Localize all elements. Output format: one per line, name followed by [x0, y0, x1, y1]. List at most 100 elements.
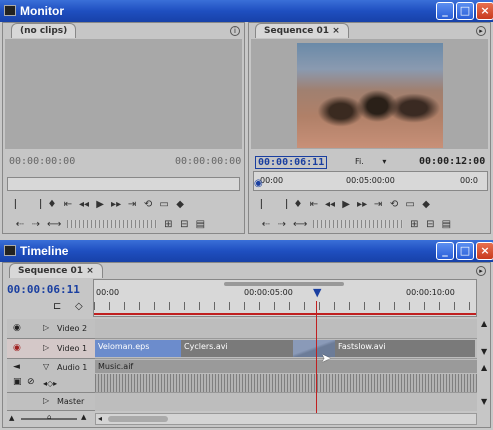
- clip-veloman[interactable]: Veloman.eps: [95, 340, 181, 357]
- lift-icon[interactable]: ⊞: [409, 219, 419, 230]
- output-icon[interactable]: ◆: [175, 199, 185, 210]
- display-style-icon[interactable]: ▣: [13, 377, 22, 387]
- set-out-icon[interactable]: ⎹: [277, 199, 287, 210]
- set-out-icon[interactable]: ⎹: [31, 199, 41, 210]
- zoom-in-icon[interactable]: ▲: [81, 413, 86, 421]
- maximize-icon[interactable]: □: [456, 2, 474, 20]
- source-in-timecode[interactable]: 00:00:00:00: [9, 156, 75, 167]
- source-monitor-panel: (no clips) i 00:00:00:00 00:00:00:00 ⎸ ⎹…: [2, 22, 245, 234]
- source-screen: [5, 39, 242, 149]
- loop-icon[interactable]: ⟲: [143, 199, 153, 210]
- insert-icon[interactable]: ⊞: [163, 219, 173, 230]
- zoom-out-icon[interactable]: ▲: [9, 414, 14, 422]
- program-tab-label: Sequence 01: [264, 26, 330, 36]
- sequence-tab-label: Sequence 01: [18, 266, 84, 276]
- shuttle-left-icon[interactable]: ⇠: [261, 219, 271, 230]
- play-icon[interactable]: ▶: [95, 199, 105, 210]
- play-in-out-icon[interactable]: ⟷: [293, 219, 307, 230]
- shuttle-left-icon[interactable]: ⇠: [15, 219, 25, 230]
- marker-icon[interactable]: ♦: [47, 199, 57, 210]
- sequence-tab-close-icon[interactable]: ×: [86, 266, 94, 276]
- marker-icon[interactable]: ♦: [293, 199, 303, 210]
- scroll-down-icon[interactable]: ▼: [481, 397, 487, 406]
- source-time-ruler[interactable]: [7, 177, 240, 191]
- step-forward-icon[interactable]: ▸▸: [111, 199, 121, 210]
- minimize-icon[interactable]: _: [436, 2, 454, 20]
- maximize-icon[interactable]: □: [456, 242, 474, 260]
- play-in-out-icon[interactable]: ⟷: [47, 219, 61, 230]
- output-icon[interactable]: ◆: [421, 199, 431, 210]
- marker-icon[interactable]: ◇: [75, 301, 83, 312]
- go-to-out-icon[interactable]: ⇥: [373, 199, 383, 210]
- program-tab-close-icon[interactable]: ×: [332, 26, 340, 36]
- expand-track-icon[interactable]: ▷: [43, 343, 49, 352]
- tab-program[interactable]: Sequence 01 ×: [255, 23, 349, 38]
- loop-icon[interactable]: ⟲: [389, 199, 399, 210]
- jog-wheel[interactable]: [313, 220, 404, 228]
- set-in-icon[interactable]: ⎸: [261, 199, 271, 210]
- scroll-down-icon[interactable]: ▼: [481, 347, 487, 356]
- eye-icon[interactable]: ◉: [13, 343, 21, 353]
- overlay-icon[interactable]: ⊟: [179, 219, 189, 230]
- source-transport-controls: ⎸ ⎹ ♦ ⇤ ◂◂ ▶ ▸▸ ⇥ ⟲ ▭ ◆: [15, 197, 185, 211]
- program-time-ruler[interactable]: 00:00 00:05:00:00 00:0 ◉: [253, 171, 488, 191]
- clip-cyclers[interactable]: Cyclers.avi: [181, 340, 293, 357]
- timeline-panel-menu-icon[interactable]: ▸: [476, 266, 486, 276]
- speaker-icon[interactable]: ◄: [13, 362, 20, 372]
- step-back-icon[interactable]: ◂◂: [79, 199, 89, 210]
- clip-fastslow[interactable]: Fastslow.avi: [335, 340, 475, 357]
- step-back-icon[interactable]: ◂◂: [325, 199, 335, 210]
- scroll-thumb[interactable]: [108, 416, 168, 422]
- shuttle-right-icon[interactable]: ⇢: [31, 219, 41, 230]
- minimize-icon[interactable]: _: [436, 242, 454, 260]
- tab-sequence[interactable]: Sequence 01 ×: [9, 263, 103, 278]
- monitor-app-icon: [4, 5, 16, 16]
- go-to-out-icon[interactable]: ⇥: [127, 199, 137, 210]
- fit-dropdown[interactable]: Fi. ▾: [355, 157, 386, 166]
- go-to-in-icon[interactable]: ⇤: [309, 199, 319, 210]
- scroll-up-icon[interactable]: ▲: [481, 319, 487, 328]
- work-area-bar[interactable]: [224, 282, 344, 286]
- track-area-master[interactable]: [95, 393, 477, 411]
- expand-track-icon[interactable]: ▷: [43, 323, 49, 332]
- set-in-icon[interactable]: ⎸: [15, 199, 25, 210]
- program-ruler-start: 00:00: [260, 176, 284, 185]
- extract-icon[interactable]: ⊟: [425, 219, 435, 230]
- zoom-thumb-icon[interactable]: ⌂: [47, 413, 51, 421]
- timeline-ruler-end: 00:00:10:00: [406, 288, 455, 297]
- tab-source[interactable]: (no clips): [11, 23, 77, 38]
- collapse-track-icon[interactable]: ▽: [43, 362, 49, 371]
- safe-margins-icon[interactable]: ▭: [405, 199, 415, 210]
- trim-icon[interactable]: ▤: [441, 219, 451, 230]
- jog-wheel[interactable]: [67, 220, 158, 228]
- close-icon[interactable]: ×: [476, 2, 493, 20]
- shuttle-right-icon[interactable]: ⇢: [277, 219, 287, 230]
- timeline-playhead-icon[interactable]: ▼: [313, 286, 321, 299]
- close-icon[interactable]: ×: [476, 242, 493, 260]
- toggle-take-icon[interactable]: ▤: [195, 219, 205, 230]
- clip-music[interactable]: Music.aif: [95, 360, 477, 373]
- snap-icon[interactable]: ⊏: [53, 301, 61, 312]
- timeline-ruler[interactable]: 00:00 00:00:05:00 00:00:10:00 ▼: [93, 279, 477, 317]
- go-to-in-icon[interactable]: ⇤: [63, 199, 73, 210]
- zoom-slider[interactable]: ▲ ⌂ ▲: [7, 413, 91, 425]
- scroll-up-icon[interactable]: ▲: [481, 363, 487, 372]
- scroll-left-icon[interactable]: ◂: [98, 414, 102, 423]
- render-bar: [94, 313, 476, 315]
- safe-margins-icon[interactable]: ▭: [159, 199, 169, 210]
- track-area-video2[interactable]: [95, 319, 477, 339]
- program-playhead-icon[interactable]: ◉: [254, 178, 263, 189]
- keyframe-nav-icon[interactable]: ◂◇▸: [43, 379, 57, 388]
- program-panel-menu-icon[interactable]: ▸: [476, 26, 486, 36]
- timeline-app-icon: [4, 245, 16, 256]
- expand-track-icon[interactable]: ▷: [43, 396, 49, 405]
- step-forward-icon[interactable]: ▸▸: [357, 199, 367, 210]
- play-icon[interactable]: ▶: [341, 199, 351, 210]
- program-current-timecode[interactable]: 00:00:06:11: [255, 156, 328, 169]
- no-keyframes-icon[interactable]: ⊘: [27, 377, 35, 387]
- timeline-hscrollbar[interactable]: ◂: [95, 413, 477, 425]
- timeline-current-timecode[interactable]: 00:00:06:11: [7, 283, 80, 296]
- source-panel-menu-icon[interactable]: i: [230, 26, 240, 36]
- timeline-titlebar: Timeline _ □ ×: [0, 240, 493, 262]
- eye-icon[interactable]: ◉: [13, 323, 21, 333]
